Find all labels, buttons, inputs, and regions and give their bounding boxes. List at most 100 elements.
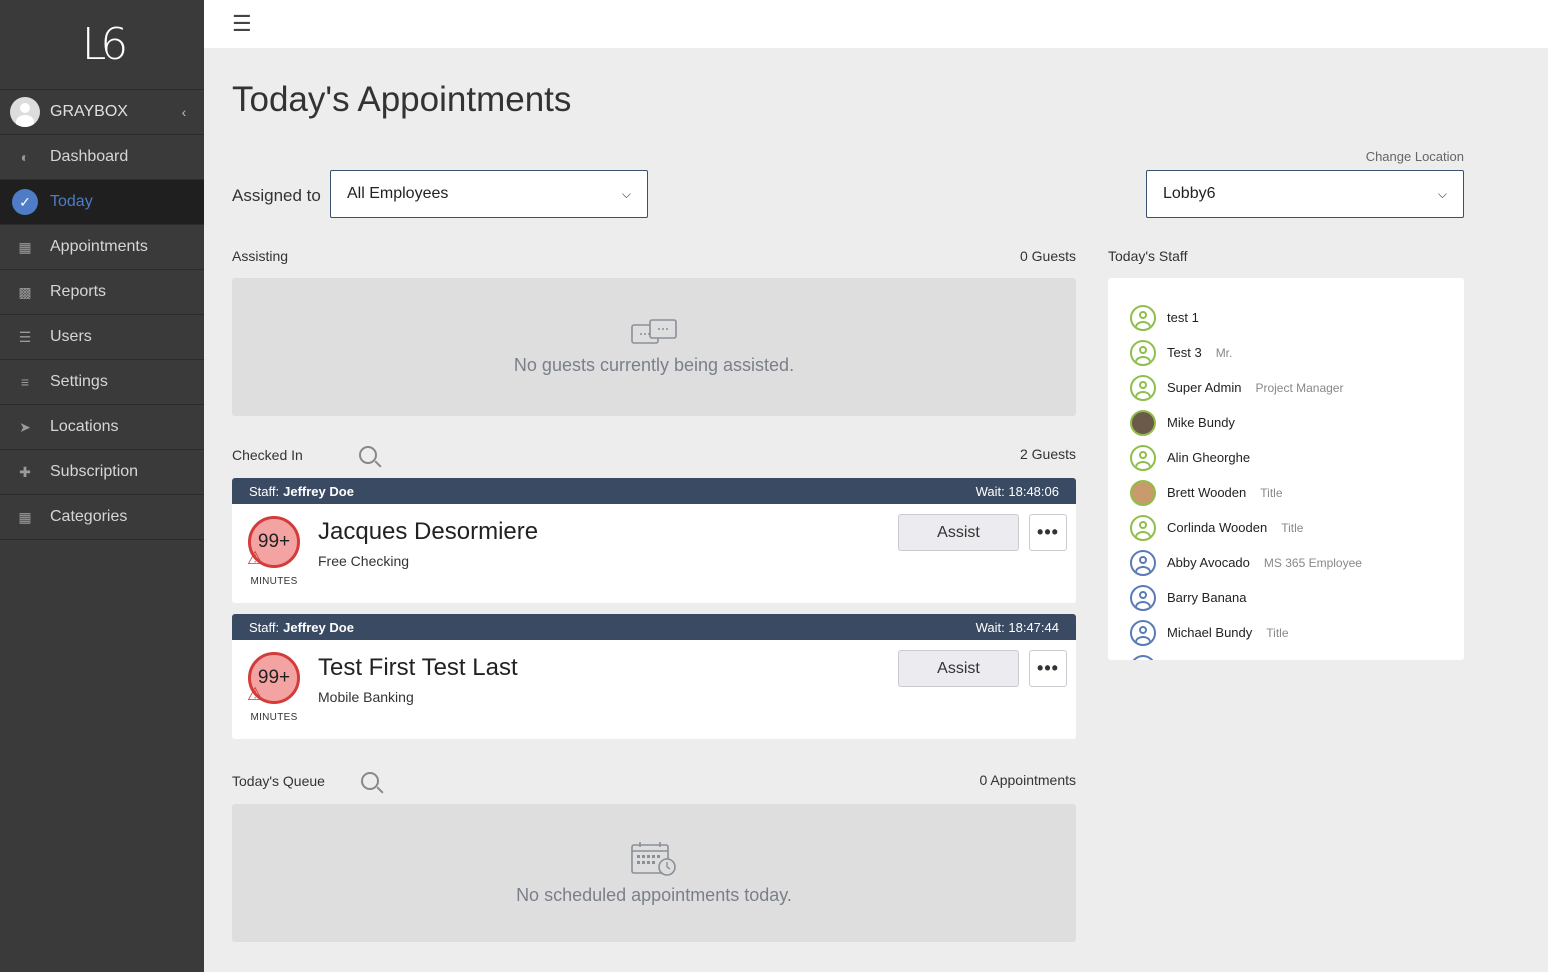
wait-minutes-badge: 99+ ⚠ [247, 516, 300, 568]
staff-item[interactable]: Abby Avocado MS 365 Employee [1108, 545, 1464, 580]
sidebar-item-label: Categories [50, 508, 128, 525]
user-menu[interactable]: GRAYBOX ‹ [0, 90, 204, 135]
user-icon [1130, 514, 1156, 541]
assist-button[interactable]: Assist [898, 514, 1019, 551]
sidebar-item-label: Appointments [50, 238, 148, 255]
staff-list: test 1 Test 3 Mr. Super Admin Project Ma… [1108, 278, 1464, 660]
plus-icon: ✚ [19, 463, 31, 480]
wait-badge: 99+ ⚠ MINUTES [247, 652, 300, 723]
sidebar-item-label: Today [50, 193, 93, 210]
warning-icon: ⚠ [247, 548, 264, 568]
sidebar-item-users[interactable]: ☰ Users [0, 315, 204, 360]
staff-name: Super Admin [1167, 380, 1242, 395]
guest-name: Jacques Desormiere [318, 518, 539, 545]
staff-title: MS 365 Employee [1263, 555, 1362, 570]
chevron-down-icon: ⌵ [621, 186, 631, 201]
sidebar: L6 GRAYBOX ‹ ◐ Dashboard ✓ Today ▦ Appoi… [0, 0, 204, 972]
assisting-empty-state: No guests currently being assisted. [232, 278, 1076, 416]
user-icon [1130, 619, 1156, 646]
assisting-empty-text: No guests currently being assisted. [513, 354, 795, 375]
checked-in-count: 2 Guests [1019, 446, 1076, 462]
dashboard-icon: ◐ [20, 149, 30, 165]
staff-item[interactable]: Super Admin Project Manager [1108, 370, 1464, 405]
staff-item[interactable] [1108, 650, 1464, 660]
wait-badge: 99+ ⚠ MINUTES [247, 516, 300, 587]
avatar [1130, 479, 1156, 506]
location-select[interactable]: Lobby6 ⌵ [1146, 170, 1464, 218]
queue-empty-text: No scheduled appointments today. [516, 884, 792, 905]
queue-count: 0 Appointments [979, 772, 1076, 788]
staff-item[interactable]: test 1 [1108, 300, 1464, 335]
user-icon [1130, 339, 1156, 366]
wait-time: Wait: 18:48:06 [975, 483, 1059, 499]
avatar [1130, 409, 1156, 436]
chevron-left-icon[interactable]: ‹ [164, 104, 204, 120]
warning-icon: ⚠ [247, 684, 264, 704]
user-icon [1130, 304, 1156, 331]
staff-name: Alin Gheorghe [1167, 450, 1251, 465]
assist-button[interactable]: Assist [898, 650, 1019, 687]
wait-time: Wait: 18:47:44 [975, 619, 1059, 635]
chat-bubbles-icon [631, 318, 677, 344]
sidebar-item-locations[interactable]: ➤ Locations [0, 405, 204, 450]
staff-title: Project Manager [1255, 380, 1344, 395]
sidebar-item-label: Subscription [50, 463, 139, 480]
sidebar-item-today[interactable]: ✓ Today [0, 180, 204, 225]
wait-minutes-badge: 99+ ⚠ [247, 652, 300, 704]
sidebar-item-categories[interactable]: ▦ Categories [0, 495, 204, 540]
staff-name: Test 3 [1167, 345, 1202, 360]
search-icon[interactable] [358, 446, 377, 464]
grid-icon: ▦ [18, 508, 32, 525]
staff-name: Corlinda Wooden [1167, 520, 1268, 535]
more-options-button[interactable]: ••• [1029, 514, 1067, 551]
staff-item[interactable]: Mike Bundy [1108, 405, 1464, 440]
guest-service: Free Checking [318, 553, 410, 569]
sidebar-item-subscription[interactable]: ✚ Subscription [0, 450, 204, 495]
staff-name: test 1 [1167, 310, 1199, 325]
staff-item[interactable]: Alin Gheorghe [1108, 440, 1464, 475]
staff-label: Today's Staff [1108, 248, 1188, 264]
user-icon [1130, 444, 1156, 471]
user-icon [1130, 654, 1156, 660]
checked-in-label: Checked In [232, 447, 303, 463]
hamburger-menu-icon[interactable]: ☰ [232, 11, 252, 37]
location-arrow-icon: ➤ [19, 418, 31, 435]
signal-bars-icon: ▩ [18, 283, 32, 300]
staff-name: Jeffrey Doe [283, 483, 354, 499]
staff-prefix: Staff: [249, 619, 280, 635]
employee-select[interactable]: All Employees ⌵ [330, 170, 648, 218]
sidebar-item-label: Dashboard [50, 148, 129, 165]
staff-item[interactable]: Michael Bundy Title [1108, 615, 1464, 650]
staff-item[interactable]: Test 3 Mr. [1108, 335, 1464, 370]
staff-item[interactable]: Brett Wooden Title [1108, 475, 1464, 510]
staff-item[interactable]: Barry Banana [1108, 580, 1464, 615]
sliders-icon: ≡ [20, 374, 30, 390]
assisting-count: 0 Guests [1019, 248, 1076, 264]
sidebar-item-label: Settings [50, 373, 108, 390]
sidebar-item-settings[interactable]: ≡ Settings [0, 360, 204, 405]
sidebar-item-reports[interactable]: ▩ Reports [0, 270, 204, 315]
more-options-button[interactable]: ••• [1029, 650, 1067, 687]
staff-name: Jeffrey Doe [283, 619, 354, 635]
staff-item[interactable]: Corlinda Wooden Title [1108, 510, 1464, 545]
change-location-label: Change Location [1365, 149, 1464, 164]
queue-heading: Today's Queue [232, 772, 379, 790]
logo[interactable]: L6 [0, 0, 204, 90]
employee-select-value: All Employees [347, 185, 449, 202]
logo-text: L6 [81, 19, 128, 70]
sidebar-item-dashboard[interactable]: ◐ Dashboard [0, 135, 204, 180]
check-circle-icon: ✓ [0, 189, 50, 215]
minutes-label: MINUTES [250, 712, 298, 723]
guest-name: Test First Test Last [318, 654, 518, 681]
sidebar-item-appointments[interactable]: ▦ Appointments [0, 225, 204, 270]
staff-heading: Today's Staff [1108, 248, 1187, 264]
staff-title: Title [1260, 485, 1283, 500]
chevron-down-icon: ⌵ [1437, 186, 1447, 201]
user-icon [1130, 374, 1156, 401]
search-icon[interactable] [360, 772, 379, 790]
checked-in-heading: Checked In [232, 446, 377, 464]
page-title: Today's Appointments [232, 80, 572, 119]
staff-name: Mike Bundy [1167, 415, 1235, 430]
user-icon [1130, 549, 1156, 576]
user-name: GRAYBOX [50, 103, 128, 120]
